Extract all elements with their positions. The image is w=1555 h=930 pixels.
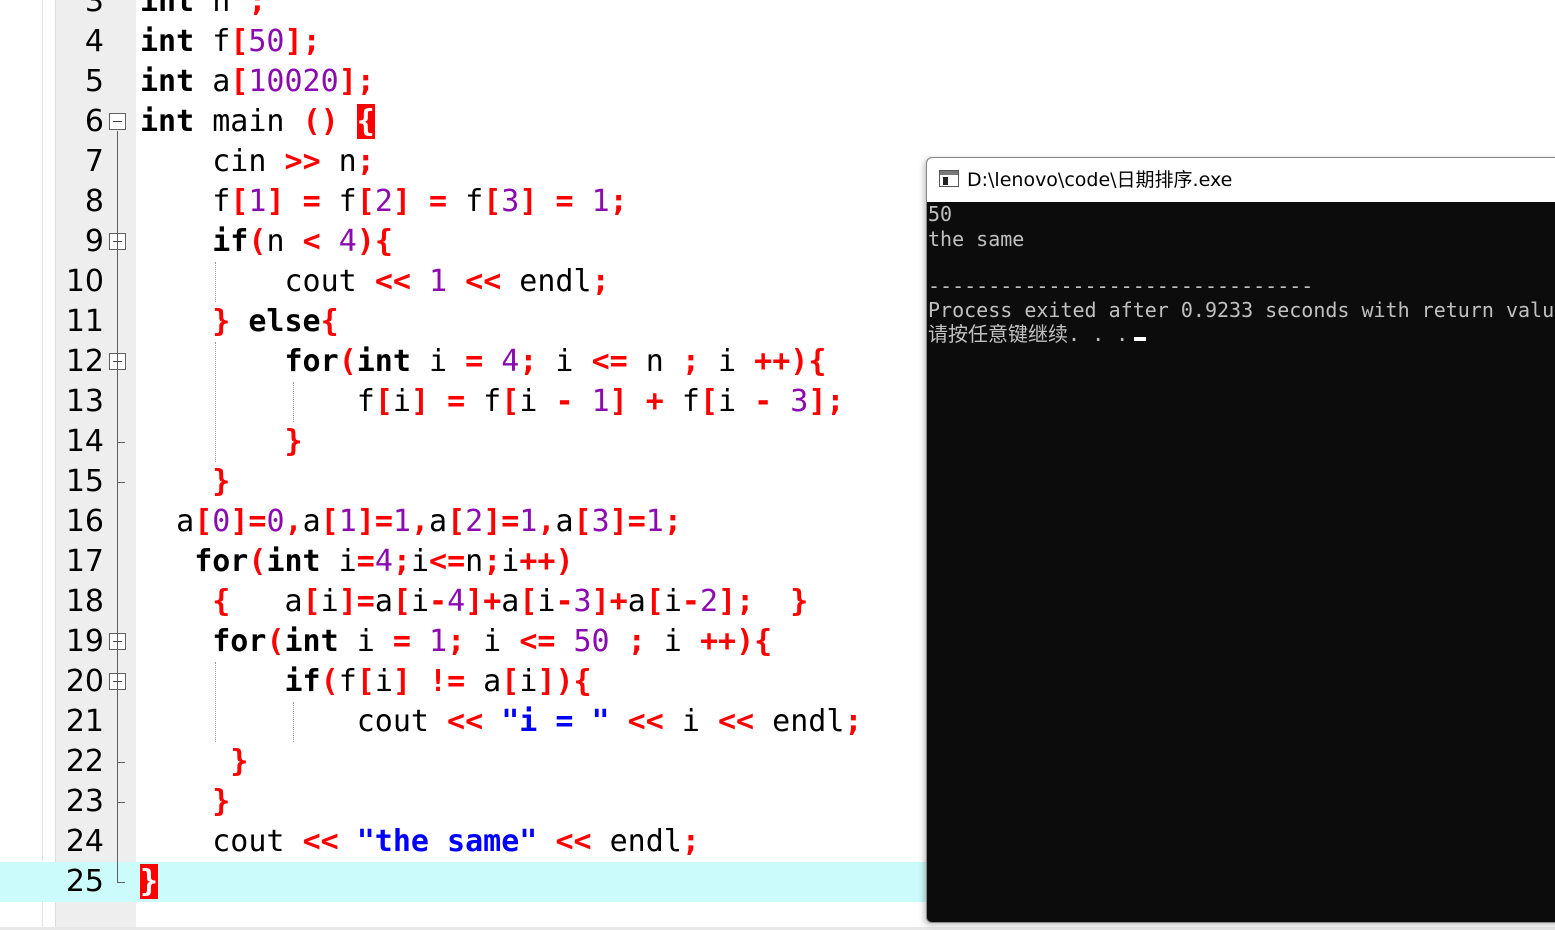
line-number[interactable]: 13 <box>56 382 104 422</box>
code-line[interactable]: 20 if(f[i] != a[i]){ <box>0 662 930 702</box>
indent-guide <box>293 382 294 422</box>
code-line[interactable]: 22 } <box>0 742 930 782</box>
code-text[interactable]: cout << "the same" << endl; <box>140 822 700 862</box>
code-line[interactable]: 13 f[i] = f[i - 1] + f[i - 3]; <box>0 382 930 422</box>
fold-end-tick <box>117 482 125 483</box>
console-output-line: -------------------------------- <box>928 274 1314 298</box>
code-line[interactable]: 10 cout << 1 << endl; <box>0 262 930 302</box>
code-text[interactable]: int main () { <box>140 102 375 142</box>
console-output-line: the same <box>928 227 1025 251</box>
code-text[interactable]: } <box>140 862 159 902</box>
line-number[interactable]: 23 <box>56 782 104 822</box>
code-line[interactable]: 11 } else{ <box>0 302 930 342</box>
line-number[interactable]: 7 <box>56 142 104 182</box>
code-text[interactable]: cout << 1 << endl; <box>140 262 609 302</box>
line-number[interactable]: 6 <box>56 102 104 142</box>
code-text[interactable]: if(f[i] != a[i]){ <box>140 662 592 702</box>
code-line[interactable]: 17 for(int i=4;i<=n;i++) <box>0 542 930 582</box>
indent-guide <box>215 262 216 302</box>
code-text[interactable]: } else{ <box>140 302 338 342</box>
indent-guide <box>293 702 294 742</box>
code-line[interactable]: 14 } <box>0 422 930 462</box>
console-title-bar[interactable]: D:\lenovo\code\日期排序.exe <box>927 158 1555 202</box>
line-number[interactable]: 4 <box>56 22 104 62</box>
code-text[interactable]: } <box>140 422 303 462</box>
code-text[interactable]: for(int i = 4; i <= n ; i ++){ <box>140 342 827 382</box>
line-number[interactable]: 24 <box>56 822 104 862</box>
console-cursor <box>1134 337 1147 341</box>
console-app-icon <box>939 170 959 187</box>
fold-end-tick <box>117 442 125 443</box>
line-number[interactable]: 16 <box>56 502 104 542</box>
code-text[interactable]: int a[10020]; <box>140 62 375 102</box>
code-line[interactable]: 12 for(int i = 4; i <= n ; i ++){ <box>0 342 930 382</box>
code-line[interactable]: 19 for(int i = 1; i <= 50 ; i ++){ <box>0 622 930 662</box>
fold-line <box>117 131 118 882</box>
code-text[interactable]: int f[50]; <box>140 22 321 62</box>
code-line[interactable]: 4 int f[50]; <box>0 22 930 62</box>
code-text[interactable]: } <box>140 462 230 502</box>
console-output[interactable]: 50 the same ------------------------------… <box>927 202 1555 922</box>
code-text[interactable]: cout << "i = " << i << endl; <box>140 702 863 742</box>
code-line[interactable]: 23 } <box>0 782 930 822</box>
line-number[interactable]: 18 <box>56 582 104 622</box>
fold-end-tick <box>117 802 125 803</box>
code-text[interactable]: f[1] = f[2] = f[3] = 1; <box>140 182 627 222</box>
code-text[interactable]: int n ; <box>140 0 266 22</box>
console-output-line: 请按任意键继续. . . <box>928 322 1147 346</box>
console-output-line: Process exited after 0.9233 seconds with… <box>928 298 1555 322</box>
line-number[interactable]: 12 <box>56 342 104 382</box>
console-title: D:\lenovo\code\日期排序.exe <box>967 169 1233 191</box>
indent-guide <box>215 662 216 742</box>
line-number[interactable]: 9 <box>56 222 104 262</box>
code-line[interactable]: 9 if(n < 4){ <box>0 222 930 262</box>
line-number[interactable]: 14 <box>56 422 104 462</box>
fold-end-tick <box>117 882 125 883</box>
line-number[interactable]: 20 <box>56 662 104 702</box>
line-number[interactable]: 22 <box>56 742 104 782</box>
console-window[interactable]: D:\lenovo\code\日期排序.exe 50 the same ------… <box>926 157 1555 923</box>
code-line[interactable]: 8 f[1] = f[2] = f[3] = 1; <box>0 182 930 222</box>
code-line[interactable]: 24 cout << "the same" << endl; <box>0 822 930 862</box>
line-number[interactable]: 5 <box>56 62 104 102</box>
code-line[interactable]: 3 int n ; <box>0 0 930 22</box>
line-number[interactable]: 21 <box>56 702 104 742</box>
fold-end-tick <box>117 762 125 763</box>
code-text[interactable]: a[0]=0,a[1]=1,a[2]=1,a[3]=1; <box>140 502 682 542</box>
line-number[interactable]: 25 <box>56 862 104 902</box>
code-line[interactable]: 15 } <box>0 462 930 502</box>
console-output-line: 50 <box>928 202 953 226</box>
line-number[interactable]: 11 <box>56 302 104 342</box>
fold-toggle-icon[interactable] <box>109 113 126 130</box>
line-number[interactable]: 15 <box>56 462 104 502</box>
indent-guide <box>215 342 216 462</box>
code-text[interactable]: if(n < 4){ <box>140 222 393 262</box>
code-text[interactable]: } <box>140 782 230 822</box>
code-line[interactable]: 18 { a[i]=a[i-4]+a[i-3]+a[i-2]; } <box>0 582 930 622</box>
code-line[interactable]: 16 a[0]=0,a[1]=1,a[2]=1,a[3]=1; <box>0 502 930 542</box>
line-number[interactable]: 10 <box>56 262 104 302</box>
line-number[interactable]: 19 <box>56 622 104 662</box>
code-text[interactable]: } <box>140 742 248 782</box>
line-number[interactable]: 3 <box>56 0 104 22</box>
line-number[interactable]: 17 <box>56 542 104 582</box>
line-number[interactable]: 8 <box>56 182 104 222</box>
code-line[interactable]: 6 int main () { <box>0 102 930 142</box>
code-line[interactable]: 21 cout << "i = " << i << endl; <box>0 702 930 742</box>
code-line[interactable]: 25} <box>0 862 930 902</box>
code-text[interactable]: for(int i=4;i<=n;i++) <box>140 542 573 582</box>
code-text[interactable]: for(int i = 1; i <= 50 ; i ++){ <box>140 622 772 662</box>
code-line[interactable]: 5 int a[10020]; <box>0 62 930 102</box>
code-text[interactable]: f[i] = f[i - 1] + f[i - 3]; <box>140 382 845 422</box>
code-text[interactable]: { a[i]=a[i-4]+a[i-3]+a[i-2]; } <box>140 582 808 622</box>
code-line[interactable]: 7 cin >> n; <box>0 142 930 182</box>
code-text[interactable]: cin >> n; <box>140 142 375 182</box>
